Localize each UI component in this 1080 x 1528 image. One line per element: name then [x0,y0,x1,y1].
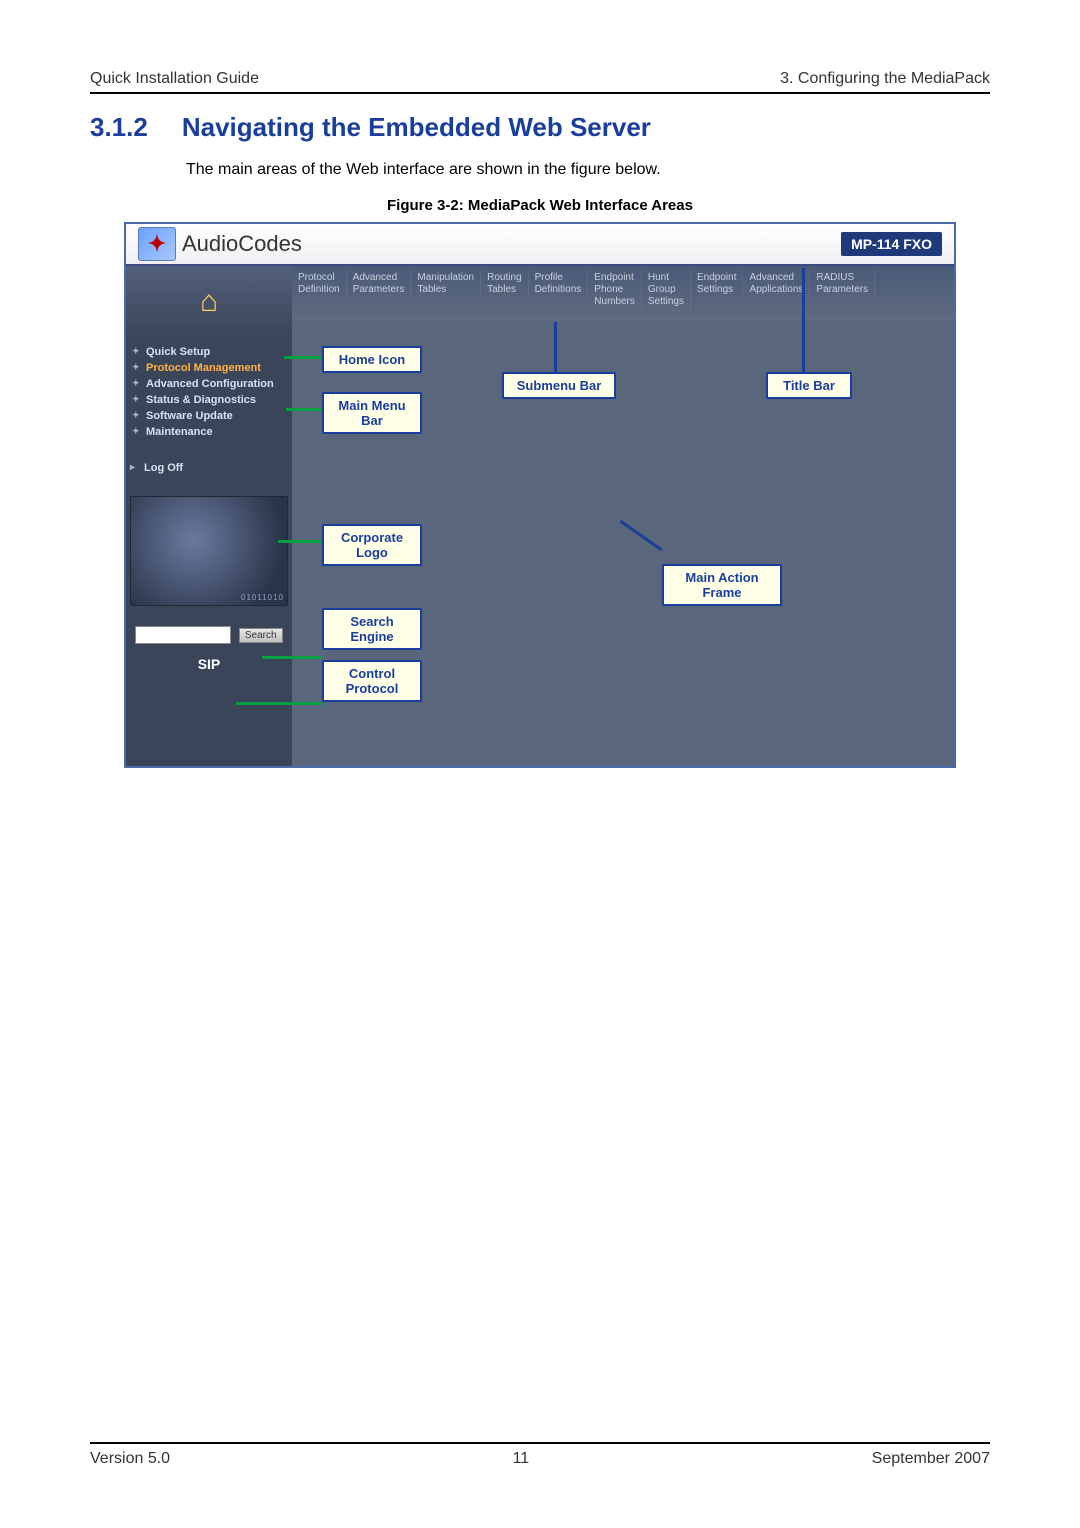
callout-submenu-bar: Submenu Bar [502,372,616,399]
search-button[interactable]: Search [239,628,283,643]
home-icon-box[interactable]: ⌂ [126,266,292,338]
submenu-item[interactable]: Endpoint Phone Numbers [588,270,642,310]
figure-screenshot: ✦ AudioCodes MP-114 FXO Protocol Definit… [124,222,956,768]
titlebar: ✦ AudioCodes MP-114 FXO [126,224,954,266]
menu-item-quick-setup[interactable]: Quick Setup [132,344,288,360]
submenu-item[interactable]: Advanced Parameters [347,270,412,298]
section-title: Navigating the Embedded Web Server [182,112,651,142]
submenu-item[interactable]: Hunt Group Settings [642,270,691,310]
callout-corporate-logo: Corporate Logo [322,524,422,566]
page-header: Quick Installation Guide 3. Configuring … [90,70,990,88]
arrow-icon [286,408,322,411]
corporate-logo-image: 01011010 [130,496,288,606]
submenu-item[interactable]: Profile Definitions [529,270,589,298]
submenu-item[interactable]: RADIUS Parameters [810,270,875,298]
submenu-item[interactable]: Advanced Applications [743,270,810,298]
submenu-item[interactable]: Endpoint Settings [691,270,743,298]
callout-main-menu-bar: Main Menu Bar [322,392,422,434]
intro-paragraph: The main areas of the Web interface are … [186,161,990,179]
logoff-link[interactable]: Log Off [126,452,292,474]
brand-name: AudioCodes [182,231,302,257]
arrow-icon [284,356,322,359]
header-rule [90,92,990,94]
submenu-item[interactable]: Protocol Definition [292,270,347,298]
figure-caption: Figure 3-2: MediaPack Web Interface Area… [90,197,990,214]
callout-search-engine: Search Engine [322,608,422,650]
section-heading: 3.1.2 Navigating the Embedded Web Server [90,112,990,143]
page-footer: Version 5.0 11 September 2007 [90,1442,990,1468]
menu-item-status-diagnostics[interactable]: Status & Diagnostics [132,392,288,408]
arrow-icon [802,268,805,372]
main-menu: Quick Setup Protocol Management Advanced… [126,338,292,452]
brand-logo: ✦ AudioCodes [138,227,302,261]
arrow-icon [554,322,557,372]
menu-item-maintenance[interactable]: Maintenance [132,424,288,440]
section-number: 3.1.2 [90,112,148,142]
arrow-icon [236,702,322,705]
callout-title-bar: Title Bar [766,372,852,399]
submenu-item[interactable]: Manipulation Tables [411,270,481,298]
callout-home-icon: Home Icon [322,346,422,373]
arrow-icon [262,656,322,659]
callout-main-action-frame: Main Action Frame [662,564,782,606]
footer-date: September 2007 [872,1450,990,1468]
callout-control-protocol: Control Protocol [322,660,422,702]
search-area: Search [132,626,286,644]
menu-item-protocol-management[interactable]: Protocol Management [132,360,288,376]
home-icon: ⌂ [191,284,227,320]
header-left: Quick Installation Guide [90,70,259,88]
submenu-item[interactable]: Routing Tables [481,270,528,298]
model-badge: MP-114 FXO [841,232,942,256]
menu-item-software-update[interactable]: Software Update [132,408,288,424]
submenu-bar: Protocol Definition Advanced Parameters … [292,266,954,320]
footer-version: Version 5.0 [90,1450,170,1468]
footer-page-number: 11 [513,1450,530,1468]
search-input[interactable] [135,626,231,644]
header-right: 3. Configuring the MediaPack [780,70,990,88]
brand-logo-icon: ✦ [138,227,176,261]
arrow-icon [278,540,322,543]
menu-item-advanced-configuration[interactable]: Advanced Configuration [132,376,288,392]
sidebar: ⌂ Quick Setup Protocol Management Advanc… [126,266,292,766]
